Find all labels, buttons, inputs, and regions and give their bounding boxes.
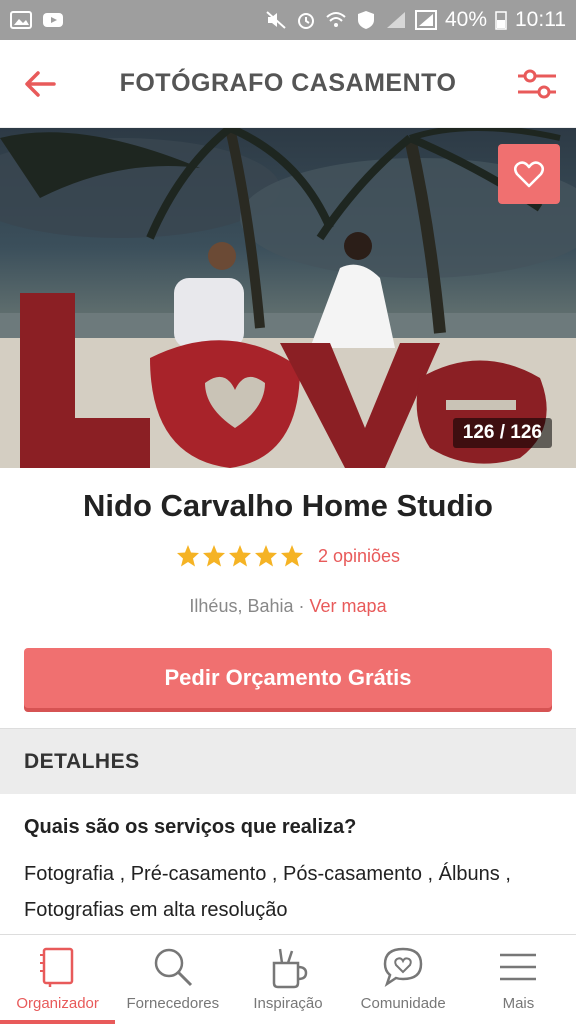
nav-item-inspiracao[interactable]: Inspiração — [230, 935, 345, 1024]
status-bar: 40% 10:11 — [0, 0, 576, 40]
beach-love-photo — [0, 128, 576, 468]
star-icon — [228, 545, 251, 567]
bottom-nav: Organizador Fornecedores Inspiração Comu… — [0, 934, 576, 1024]
star-icon — [176, 545, 199, 567]
status-time: 10:11 — [515, 8, 566, 31]
details-header: DETALHES — [0, 728, 576, 794]
page-title: FOTÓGRAFO CASAMENTO — [119, 69, 457, 97]
favorite-button[interactable] — [498, 144, 560, 204]
location-row: Ilhéus, Bahia · Ver mapa — [0, 596, 576, 617]
reviews-link[interactable]: 2 opiniões — [318, 546, 400, 567]
youtube-icon — [43, 13, 63, 27]
mute-icon — [266, 11, 286, 29]
brush-cup-icon — [272, 948, 308, 989]
nav-item-mais[interactable]: Mais — [461, 935, 576, 1024]
nav-item-fornecedores[interactable]: Fornecedores — [115, 935, 230, 1024]
app-bar: FOTÓGRAFO CASAMENTO — [0, 40, 576, 128]
signal-icon-2 — [414, 10, 437, 30]
services-answer: Fotografia , Pré-casamento , Pós-casamen… — [24, 863, 511, 921]
back-arrow-icon[interactable] — [20, 64, 60, 104]
search-icon — [154, 948, 192, 987]
nav-label: Comunidade — [360, 995, 446, 1012]
services-question: Quais são os serviços que realiza? — [24, 816, 357, 838]
chat-heart-icon — [383, 947, 423, 988]
heart-icon — [514, 161, 544, 188]
wifi-icon — [326, 12, 346, 27]
vendor-name: Nido Carvalho Home Studio — [83, 488, 493, 523]
star-icon — [280, 545, 303, 567]
battery-percent: 40% — [444, 8, 487, 31]
notebook-icon — [39, 947, 73, 987]
signal-icon — [386, 12, 405, 28]
menu-icon — [500, 953, 537, 981]
location-text: Ilhéus, Bahia — [189, 596, 294, 616]
battery-icon — [495, 11, 507, 30]
rating-row: 2 opiniões — [0, 544, 576, 568]
map-link[interactable]: Ver mapa — [310, 596, 387, 616]
request-quote-button[interactable]: Pedir Orçamento Grátis — [24, 648, 552, 708]
filter-icon[interactable] — [516, 66, 558, 102]
nav-label: Inspiração — [253, 995, 323, 1012]
nav-item-organizador[interactable]: Organizador — [0, 935, 116, 1024]
hero-photo[interactable]: 126 / 126 — [0, 128, 576, 468]
alarm-icon — [297, 13, 314, 29]
nav-label: Mais — [502, 995, 535, 1012]
star-rating — [176, 544, 304, 568]
shield-icon — [357, 11, 374, 29]
location-separator: · — [298, 596, 305, 616]
nav-label: Organizador — [16, 995, 99, 1012]
star-icon — [202, 545, 225, 567]
photo-counter: 126 / 126 — [452, 418, 552, 448]
gallery-icon — [10, 11, 32, 29]
star-icon — [254, 545, 277, 567]
nav-label: Fornecedores — [126, 995, 220, 1012]
nav-item-comunidade[interactable]: Comunidade — [346, 935, 461, 1024]
